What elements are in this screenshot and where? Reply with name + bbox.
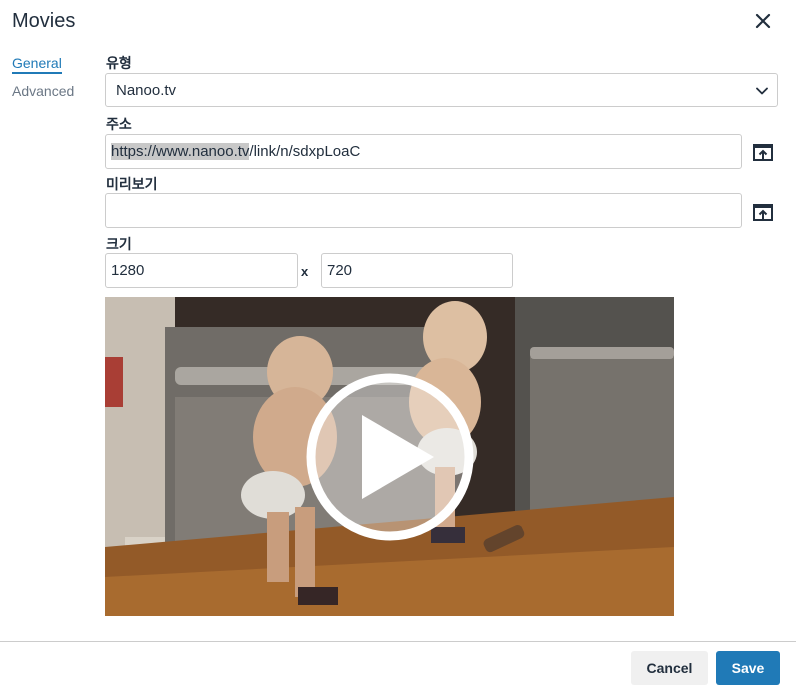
play-icon: [306, 373, 474, 541]
browse-icon: [753, 144, 773, 161]
video-preview[interactable]: [105, 297, 674, 616]
size-separator: x: [301, 264, 309, 279]
tab-general[interactable]: General: [12, 55, 62, 74]
url-selected-text: https://www.nanoo.tv: [111, 143, 250, 160]
video-thumbnail: [105, 297, 674, 616]
dialog-title: Movies: [12, 10, 76, 32]
preview-input[interactable]: [105, 193, 742, 228]
height-value: 720: [327, 262, 353, 279]
preview-label: 미리보기: [106, 176, 158, 192]
tab-general-label: General: [12, 55, 62, 71]
size-label: 크기: [106, 236, 132, 252]
type-select-value: Nanoo.tv: [116, 81, 177, 99]
url-rest-text: /link/n/sdxpLoaC: [249, 143, 361, 160]
cancel-button[interactable]: Cancel: [631, 651, 708, 685]
url-input[interactable]: https://www.nanoo.tv/link/n/sdxpLoaC: [105, 134, 742, 169]
width-input[interactable]: 1280: [105, 253, 298, 288]
save-button[interactable]: Save: [716, 651, 780, 685]
url-browse-button[interactable]: [752, 141, 774, 163]
close-button[interactable]: [750, 8, 776, 34]
type-label: 유형: [106, 55, 132, 71]
close-icon: [755, 13, 771, 29]
width-value: 1280: [111, 262, 145, 279]
height-input[interactable]: 720: [321, 253, 513, 288]
type-select[interactable]: Nanoo.tv: [105, 73, 778, 107]
tab-active-indicator: [12, 72, 62, 74]
chevron-down-icon: [756, 87, 768, 95]
url-label: 주소: [106, 116, 132, 132]
tab-advanced[interactable]: Advanced: [12, 83, 74, 99]
tab-advanced-label: Advanced: [12, 83, 75, 99]
preview-browse-button[interactable]: [752, 201, 774, 223]
footer-divider: [0, 641, 796, 642]
browse-icon: [753, 204, 773, 221]
